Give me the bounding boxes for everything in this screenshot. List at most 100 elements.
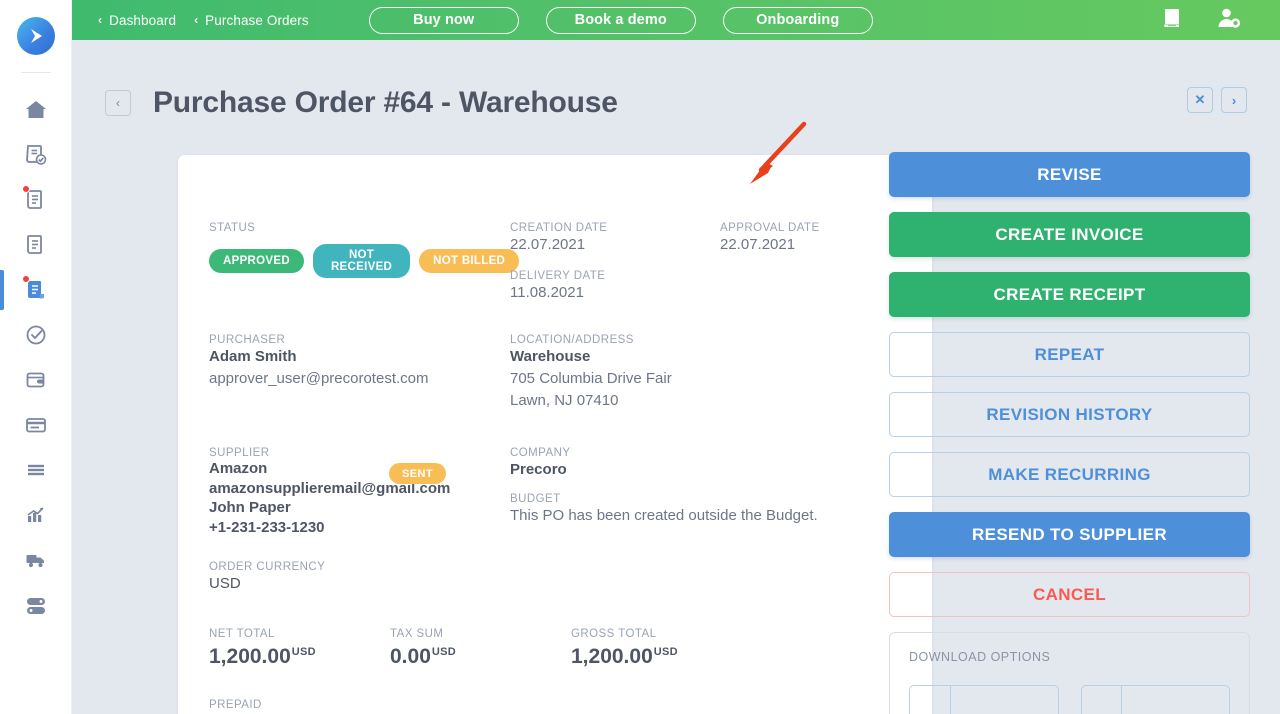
creation-date-label: CREATION DATE — [510, 222, 608, 234]
status-badge-not-billed: NOT BILLED — [419, 249, 520, 273]
download-group-2[interactable] — [1080, 685, 1230, 714]
company-value: Precoro — [510, 461, 567, 478]
onboarding-button[interactable]: Onboarding — [722, 6, 873, 34]
manual-book-icon[interactable] — [1162, 7, 1183, 34]
delivery-date-value: 11.08.2021 — [510, 284, 584, 301]
supplier-label: SUPPLIER — [209, 447, 270, 459]
supplier-contact: John Paper — [209, 499, 291, 516]
net-total-value: 1,200.00 — [209, 645, 291, 668]
card-icon — [23, 412, 49, 438]
make-recurring-button[interactable]: MAKE RECURRING — [889, 452, 1250, 497]
status-badge-not-received: NOT RECEIVED — [312, 244, 411, 278]
sidebar-item-invoices[interactable] — [0, 402, 72, 447]
download-icon-1[interactable] — [910, 686, 951, 714]
prepaid-block: PREPAID 0.00 — [209, 699, 262, 714]
revision-history-button[interactable]: REVISION HISTORY — [889, 392, 1250, 437]
sidebar-item-home[interactable] — [0, 87, 72, 132]
location-block: LOCATION/ADDRESS Warehouse 705 Columbia … — [510, 334, 672, 412]
sidebar-item-orders[interactable] — [0, 222, 72, 267]
gross-total-currency: USD — [653, 646, 678, 658]
action-panel: REVISE CREATE INVOICE CREATE RECEIPT REP… — [889, 152, 1250, 714]
download-icon-2[interactable] — [1082, 686, 1123, 714]
download-options-panel: DOWNLOAD OPTIONS — [889, 632, 1250, 714]
location-address-line-2: Lawn, NJ 07410 — [510, 392, 619, 409]
next-button[interactable]: › — [1221, 87, 1247, 113]
status-label: STATUS — [209, 222, 256, 234]
purchaser-label: PURCHASER — [209, 334, 286, 346]
order-currency-block: ORDER CURRENCY USD — [209, 561, 325, 595]
download-label-2[interactable] — [1122, 686, 1229, 714]
app-logo[interactable] — [0, 0, 71, 72]
tax-sum-cell: TAX SUM 0.00 USD — [390, 628, 571, 669]
totals-row: NET TOTAL 1,200.00 USD TAX SUM 0.00 USD GR… — [209, 628, 752, 669]
back-button[interactable]: ‹ — [105, 90, 131, 116]
notification-dot — [21, 184, 30, 193]
repeat-button[interactable]: REPEAT — [889, 332, 1250, 377]
company-block: COMPANY Precoro — [510, 447, 570, 481]
location-name: Warehouse — [510, 348, 591, 365]
location-address-line-1: 705 Columbia Drive Fair — [510, 370, 672, 387]
header-action-group: ✕ › — [1187, 87, 1247, 113]
sidebar-item-requests[interactable] — [0, 177, 72, 222]
download-options-title: DOWNLOAD OPTIONS — [909, 650, 1051, 664]
net-total-label: NET TOTAL — [209, 628, 275, 640]
home-icon — [23, 97, 49, 123]
gross-total-amount: 1,200.00 USD — [571, 645, 752, 669]
check-circle-icon — [23, 322, 49, 348]
download-label-1[interactable] — [951, 686, 1058, 714]
approval-date-label: APPROVAL DATE — [720, 222, 820, 234]
download-options-rows — [909, 685, 1230, 714]
breadcrumb-purchase-orders[interactable]: ‹ Purchase Orders — [194, 13, 309, 28]
tax-sum-amount: 0.00 USD — [390, 645, 571, 669]
chart-bar-icon — [23, 502, 49, 528]
sidebar-item-requisitions[interactable] — [0, 132, 72, 177]
sidebar-item-suppliers[interactable] — [0, 537, 72, 582]
resend-to-supplier-button[interactable]: RESEND TO SUPPLIER — [889, 512, 1250, 557]
precoro-logo-icon — [16, 17, 55, 55]
status-chip-group: APPROVED NOT RECEIVED NOT BILLED — [209, 244, 520, 278]
approval-date-value: 22.07.2021 — [720, 236, 796, 253]
cancel-button[interactable]: CANCEL — [889, 572, 1250, 617]
gross-total-cell: GROSS TOTAL 1,200.00 USD — [571, 628, 752, 669]
download-group-1[interactable] — [909, 685, 1059, 714]
location-label: LOCATION/ADDRESS — [510, 334, 634, 346]
sidebar-item-settings[interactable] — [0, 582, 72, 627]
purchaser-email: approver_user@precorotest.com — [209, 370, 429, 387]
breadcrumb: ‹ Dashboard ‹ Purchase Orders — [98, 13, 309, 28]
toggles-icon — [23, 592, 49, 618]
net-total-amount: 1,200.00 USD — [209, 645, 390, 669]
net-total-cell: NET TOTAL 1,200.00 USD — [209, 628, 390, 669]
user-settings-icon[interactable] — [1216, 7, 1242, 34]
creation-date-value: 22.07.2021 — [510, 236, 586, 253]
create-invoice-button[interactable]: CREATE INVOICE — [889, 212, 1250, 257]
sidebar-item-approvals[interactable] — [0, 312, 72, 357]
document-scroll-icon — [21, 274, 49, 303]
status-block: STATUS APPROVED NOT RECEIVED NOT BILLED — [209, 222, 520, 278]
purchase-order-detail-card: STATUS APPROVED NOT RECEIVED NOT BILLED C… — [178, 155, 932, 714]
supplier-phone: +1-231-233-1230 — [209, 518, 325, 536]
sidebar-item-catalog[interactable] — [0, 447, 72, 492]
supplier-block: SUPPLIER Amazon amazonsupplieremail@gmai… — [209, 447, 450, 537]
purchaser-block: PURCHASER Adam Smith approver_user@preco… — [209, 334, 429, 390]
create-receipt-button[interactable]: CREATE RECEIPT — [889, 272, 1250, 317]
page-title: Purchase Order #64 - Warehouse — [153, 86, 618, 119]
order-currency-value: USD — [209, 575, 241, 592]
budget-value: This PO has been created outside the Bud… — [510, 507, 818, 524]
company-label: COMPANY — [510, 447, 571, 459]
breadcrumb-dashboard[interactable]: ‹ Dashboard — [98, 13, 176, 28]
top-navigation-bar: ‹ Dashboard ‹ Purchase Orders Buy now Bo… — [72, 0, 1280, 40]
truck-icon — [23, 547, 49, 573]
sidebar-divider — [20, 72, 51, 73]
chevron-left-icon: ‹ — [194, 13, 199, 27]
chevron-left-icon: ‹ — [98, 13, 103, 27]
delivery-date-label: DELIVERY DATE — [510, 270, 606, 282]
book-a-demo-button[interactable]: Book a demo — [545, 6, 696, 34]
sidebar-item-reports[interactable] — [0, 492, 72, 537]
topbar-icon-group — [1162, 0, 1242, 40]
sidebar-item-purchase-orders[interactable] — [0, 267, 72, 312]
wallet-icon — [23, 367, 49, 393]
buy-now-button[interactable]: Buy now — [368, 6, 519, 34]
sidebar-item-expenses[interactable] — [0, 357, 72, 402]
close-button[interactable]: ✕ — [1187, 87, 1213, 113]
revise-button[interactable]: REVISE — [889, 152, 1250, 197]
